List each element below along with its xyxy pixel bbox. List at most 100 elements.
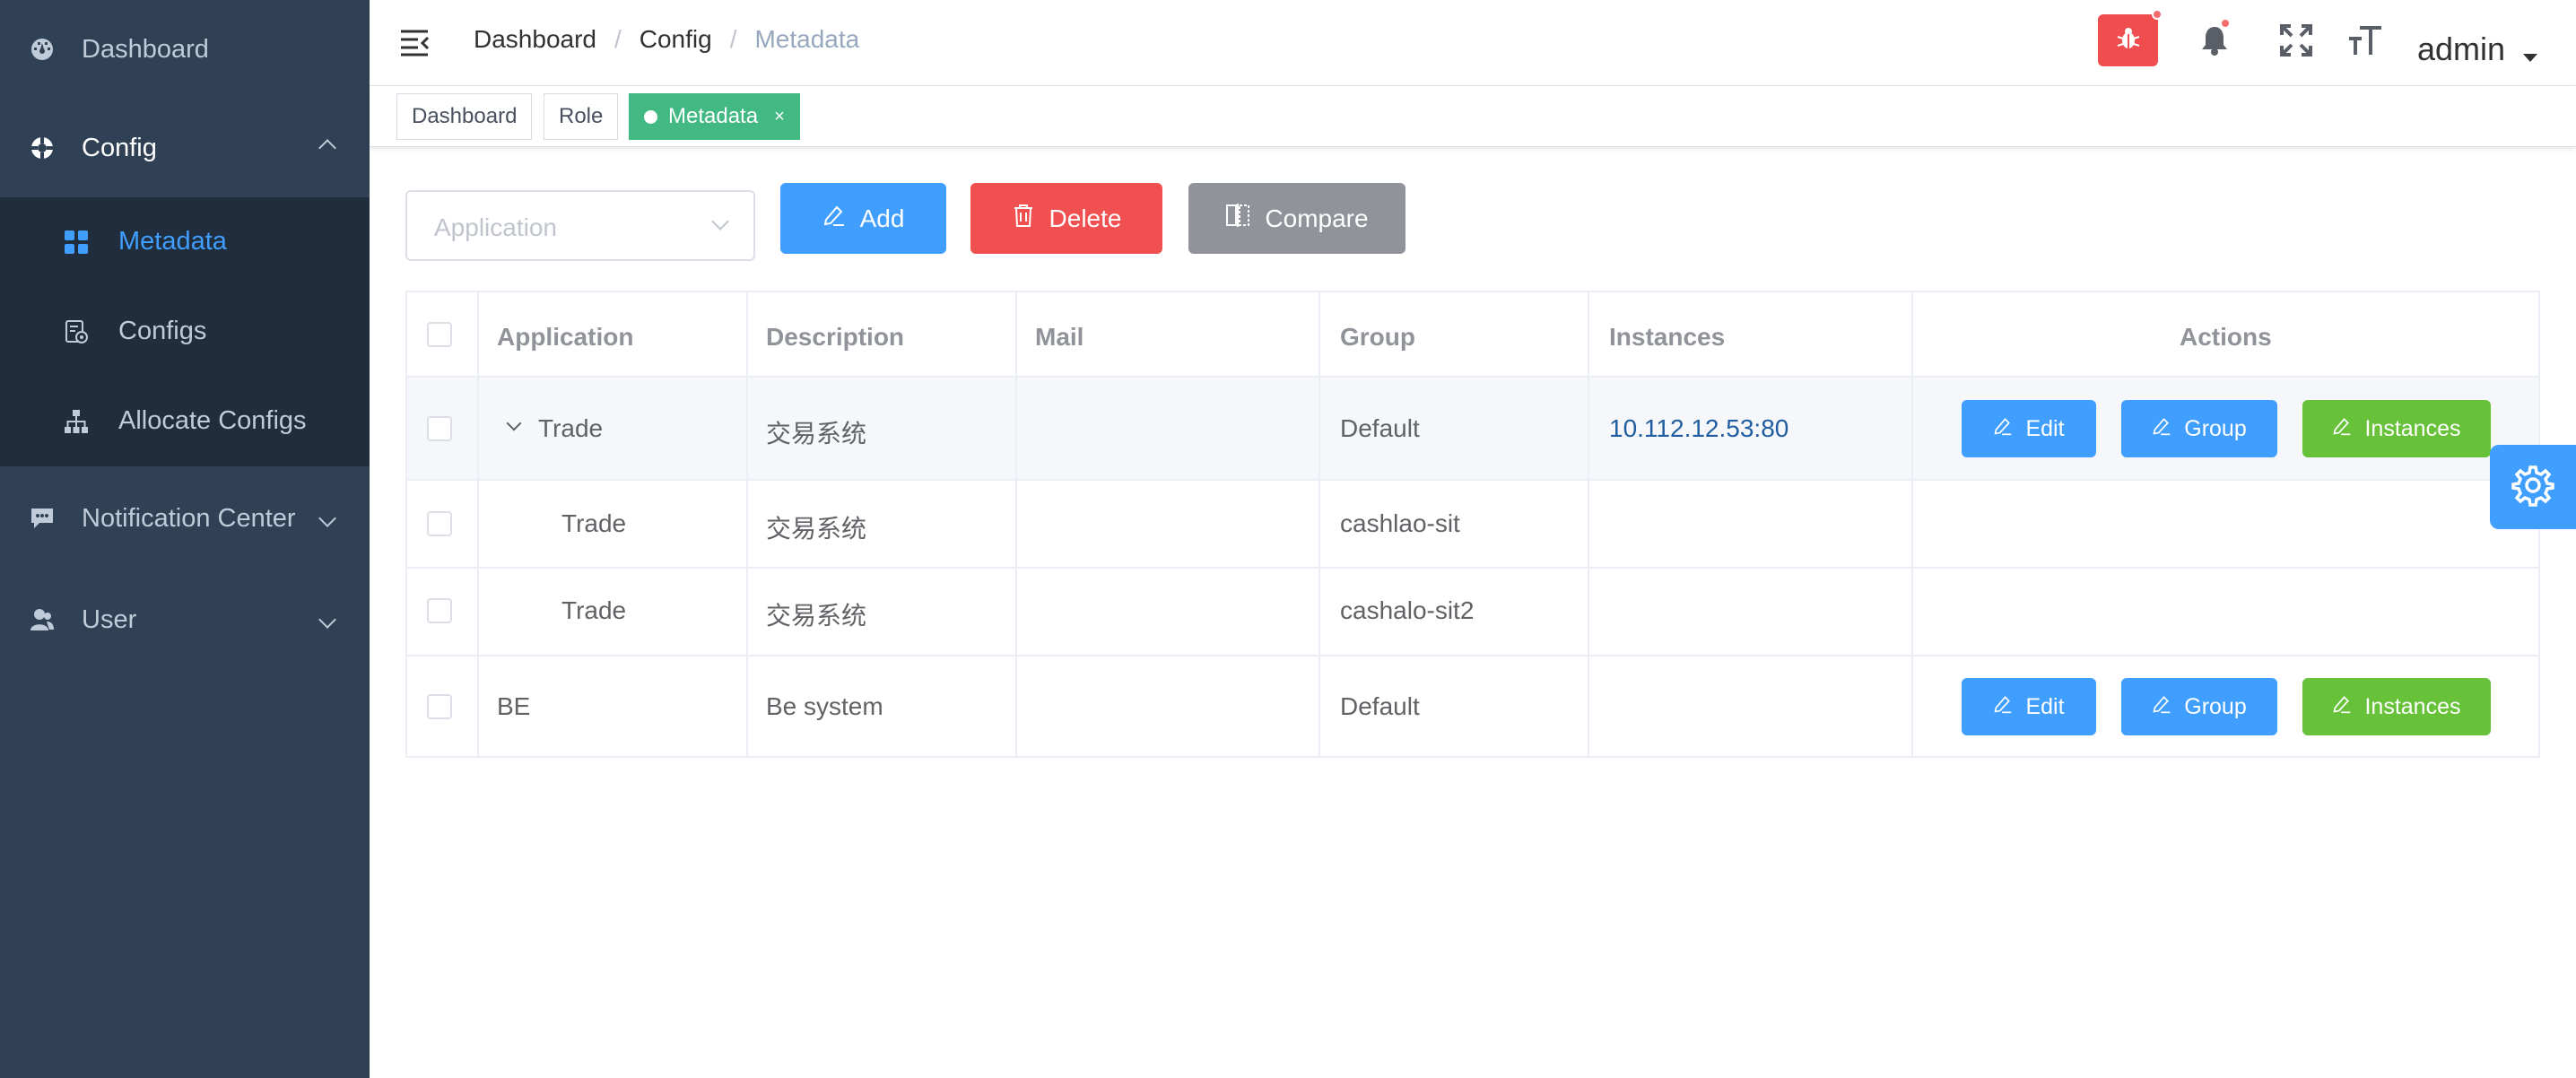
cell-group: cashalo-sit2 bbox=[1340, 596, 1475, 624]
chevron-down-icon bbox=[711, 213, 729, 230]
sidebar-item-label: User bbox=[82, 604, 137, 634]
sidebar-item-metadata[interactable]: Metadata bbox=[0, 197, 370, 287]
row-checkbox[interactable] bbox=[427, 511, 452, 536]
row-checkbox[interactable] bbox=[427, 694, 452, 719]
active-dot-icon bbox=[644, 109, 657, 124]
breadcrumb-metadata: Metadata bbox=[754, 25, 860, 53]
edit-button[interactable]: Edit bbox=[1962, 400, 2096, 457]
fullscreen-icon[interactable] bbox=[2276, 20, 2316, 61]
edit-icon bbox=[2152, 694, 2171, 720]
row-checkbox[interactable] bbox=[427, 598, 452, 623]
tag-role[interactable]: Role bbox=[544, 93, 619, 140]
column-header-description: Description bbox=[766, 323, 905, 351]
column-divider bbox=[1588, 292, 1589, 756]
error-dot bbox=[2152, 9, 2163, 20]
edit-icon bbox=[2152, 416, 2171, 442]
sidebar-item-configs[interactable]: Configs bbox=[0, 287, 370, 377]
sidebar-item-dashboard[interactable]: Dashboard bbox=[0, 0, 370, 99]
group-button[interactable]: Group bbox=[2121, 678, 2277, 735]
instances-button[interactable]: Instances bbox=[2302, 400, 2491, 457]
edit-button-label: Edit bbox=[2025, 415, 2065, 441]
navbar: Dashboard / Config / Metadata admin bbox=[370, 0, 2576, 86]
user-icon bbox=[27, 604, 57, 635]
column-divider bbox=[1015, 292, 1017, 756]
tag-metadata[interactable]: Metadata × bbox=[629, 93, 800, 140]
configs-icon bbox=[61, 317, 91, 347]
edit-icon bbox=[1993, 694, 2013, 720]
delete-button[interactable]: Delete bbox=[970, 183, 1162, 254]
column-divider bbox=[477, 292, 479, 756]
edit-button-label: Edit bbox=[2025, 693, 2065, 719]
bell-icon[interactable] bbox=[2195, 18, 2234, 61]
dashboard-icon bbox=[27, 34, 57, 65]
column-header-mail: Mail bbox=[1035, 323, 1084, 351]
settings-panel-button[interactable] bbox=[2490, 445, 2576, 529]
config-submenu: Metadata Configs Allocate Configs bbox=[0, 197, 370, 466]
cell-group: Default bbox=[1340, 692, 1420, 720]
cell-group: cashlao-sit bbox=[1340, 509, 1460, 537]
application-select[interactable]: Application bbox=[405, 190, 755, 261]
sidebar-item-notification-center[interactable]: Notification Center bbox=[0, 466, 370, 570]
tag-label: Role bbox=[559, 104, 604, 128]
breadcrumb-separator: / bbox=[729, 25, 737, 53]
error-log-button[interactable] bbox=[2098, 9, 2163, 66]
instances-button-label: Instances bbox=[2364, 415, 2461, 441]
instance-link[interactable]: 10.112.12.53:80 bbox=[1609, 414, 1788, 443]
gear-icon bbox=[2511, 464, 2554, 511]
edit-icon bbox=[822, 204, 846, 233]
tag-dashboard[interactable]: Dashboard bbox=[396, 93, 533, 140]
column-divider bbox=[1318, 292, 1320, 756]
add-button[interactable]: Add bbox=[780, 183, 946, 254]
column-header-group: Group bbox=[1340, 323, 1415, 351]
sidebar-item-allocate-configs[interactable]: Allocate Configs bbox=[0, 377, 370, 466]
compare-icon bbox=[1225, 203, 1250, 234]
column-divider bbox=[746, 292, 748, 756]
sidebar-item-user[interactable]: User bbox=[0, 570, 370, 669]
sidebar-item-label: Metadata bbox=[118, 227, 227, 256]
tag-label: Dashboard bbox=[412, 104, 518, 128]
edit-icon bbox=[2332, 694, 2352, 720]
user-menu[interactable]: admin bbox=[2417, 30, 2505, 68]
font-size-icon[interactable] bbox=[2345, 20, 2385, 61]
chevron-down-icon bbox=[318, 509, 336, 527]
breadcrumb: Dashboard / Config / Metadata bbox=[474, 25, 859, 54]
sidebar: Dashboard Config Metadata Configs Alloca… bbox=[0, 0, 370, 1078]
breadcrumb-separator: / bbox=[614, 25, 622, 53]
hamburger-icon[interactable] bbox=[398, 25, 431, 57]
add-button-label: Add bbox=[859, 204, 905, 232]
column-divider bbox=[1911, 292, 1913, 756]
caret-down-icon[interactable] bbox=[2523, 54, 2537, 62]
column-header-actions: Actions bbox=[2180, 323, 2272, 351]
delete-button-label: Delete bbox=[1049, 204, 1122, 232]
sidebar-item-label: Dashboard bbox=[82, 34, 209, 64]
compare-button[interactable]: Compare bbox=[1188, 183, 1405, 254]
cell-description: 交易系统 bbox=[766, 515, 867, 543]
cell-group: Default bbox=[1340, 414, 1420, 442]
cell-application: BE bbox=[497, 692, 531, 720]
sidebar-item-label: Allocate Configs bbox=[118, 406, 307, 435]
close-icon[interactable]: × bbox=[774, 107, 785, 127]
row-divider bbox=[407, 376, 2538, 378]
sidebar-item-label: Configs bbox=[118, 317, 207, 345]
group-button[interactable]: Group bbox=[2121, 400, 2277, 457]
notification-icon bbox=[27, 503, 57, 534]
instances-button[interactable]: Instances bbox=[2302, 678, 2491, 735]
cell-description: Be system bbox=[766, 692, 883, 720]
row-checkbox[interactable] bbox=[427, 416, 452, 441]
notification-dot bbox=[2220, 18, 2231, 29]
cell-application: Trade bbox=[538, 414, 604, 442]
breadcrumb-dashboard[interactable]: Dashboard bbox=[474, 25, 596, 54]
select-all-checkbox[interactable] bbox=[427, 322, 452, 347]
row-divider bbox=[407, 479, 2538, 481]
edit-icon bbox=[1993, 416, 2013, 442]
column-header-application: Application bbox=[497, 323, 634, 351]
metadata-table: Application Description Mail Group Insta… bbox=[405, 291, 2540, 758]
sidebar-item-config[interactable]: Config bbox=[0, 99, 370, 197]
edit-button[interactable]: Edit bbox=[1962, 678, 2096, 735]
row-divider bbox=[407, 567, 2538, 569]
cell-description: 交易系统 bbox=[766, 602, 867, 630]
cell-description: 交易系统 bbox=[766, 420, 867, 448]
breadcrumb-config[interactable]: Config bbox=[640, 25, 712, 54]
config-icon bbox=[27, 133, 57, 163]
instances-button-label: Instances bbox=[2364, 693, 2461, 719]
